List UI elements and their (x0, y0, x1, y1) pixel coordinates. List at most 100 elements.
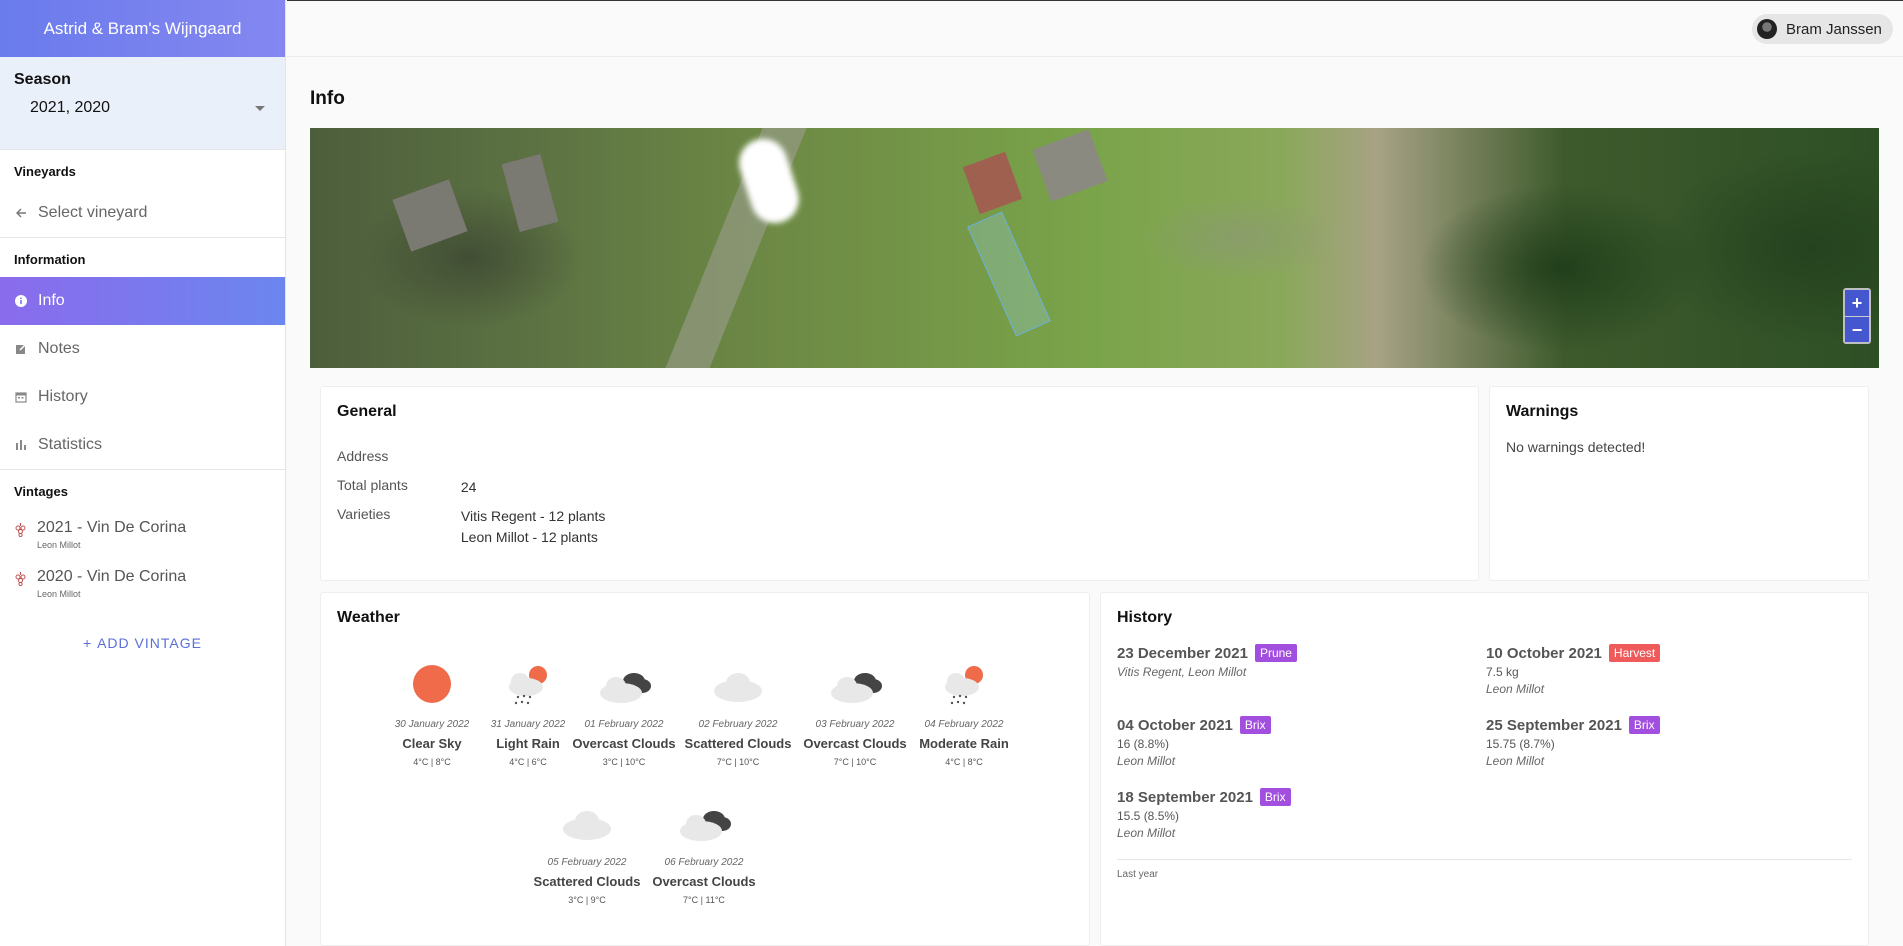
history-variety: Leon Millot (1486, 682, 1545, 696)
overcast-icon (795, 663, 915, 709)
history-date: 10 October 2021 (1486, 644, 1602, 662)
overcast-icon (644, 801, 764, 847)
total-plants-row: Total plants 24 (337, 477, 476, 498)
vintage-variety: Leon Millot (37, 589, 81, 599)
varieties-row: Varieties Vitis Regent - 12 plants Leon … (337, 506, 605, 548)
weather-description: Overcast Clouds (803, 736, 907, 751)
weather-date: 02 February 2022 (698, 719, 778, 730)
weather-card: Weather 30 January 2022 Clear Sky 4°C | … (320, 592, 1090, 946)
history-detail: 15.5 (8.5%) (1117, 809, 1180, 823)
weather-day: 03 February 2022 Overcast Clouds 7°C | 1… (795, 663, 915, 767)
history-variety: Leon Millot (1486, 754, 1545, 768)
total-plants-label: Total plants (337, 477, 408, 493)
history-entry[interactable]: 10 October 2021 Harvest 7.5 kg Leon Millo… (1486, 644, 1661, 696)
user-menu-chip[interactable]: Bram Janssen (1752, 14, 1893, 44)
weather-description: Scattered Clouds (533, 874, 641, 889)
overcast-icon (564, 663, 684, 709)
warnings-title: Warnings (1506, 403, 1579, 420)
history-tag: Prune (1254, 644, 1297, 662)
top-bar: Bram Janssen (287, 0, 1903, 57)
select-vineyard-link[interactable]: Select vineyard (0, 189, 285, 237)
sidebar: Astrid & Bram's Wijngaard Season 2021, 2… (0, 0, 286, 946)
cloud-icon (527, 801, 647, 847)
weather-day: 05 February 2022 Scattered Clouds 3°C | … (527, 801, 647, 905)
weather-day: 02 February 2022 Scattered Clouds 7°C | … (678, 663, 798, 767)
vintage-item[interactable]: 2020 - Vin De Corina Leon Millot (0, 558, 285, 607)
vineyard-plot-outline[interactable] (967, 211, 1051, 337)
add-vintage-label: ADD VINTAGE (97, 635, 202, 651)
season-select[interactable]: 2021, 2020 (14, 99, 271, 117)
vintage-title: 2020 - Vin De Corina (37, 568, 187, 585)
add-vintage-button[interactable]: + ADD VINTAGE (0, 635, 285, 651)
varieties-list: Vitis Regent - 12 plants Leon Millot - 1… (461, 506, 606, 548)
general-title: General (337, 403, 397, 420)
history-entry[interactable]: 23 December 2021 Prune Vitis Regent, Leon… (1117, 644, 1297, 679)
history-date: 04 October 2021 (1117, 716, 1233, 734)
weather-temperature: 3°C | 9°C (568, 895, 606, 905)
avatar (1757, 19, 1777, 39)
vintage-variety: Leon Millot (37, 540, 81, 550)
history-entry[interactable]: 04 October 2021 Brix 16 (8.8%) Leon Millo… (1117, 716, 1271, 768)
brand-title[interactable]: Astrid & Bram's Wijngaard (0, 0, 285, 57)
vintage-title: 2021 - Vin De Corina (37, 519, 187, 536)
varieties-label: Varieties (337, 506, 391, 522)
section-information: Information (0, 237, 285, 277)
sidebar-item-label: History (38, 388, 88, 405)
map-building (962, 151, 1023, 215)
address-label: Address (337, 448, 389, 464)
section-vintages: Vintages (0, 469, 285, 509)
last-year-label: Last year (1117, 869, 1159, 880)
weather-date: 03 February 2022 (815, 719, 895, 730)
weather-day: 01 February 2022 Overcast Clouds 3°C | 1… (564, 663, 684, 767)
weather-description: Scattered Clouds (684, 736, 792, 751)
sidebar-item-notes[interactable]: Notes (0, 325, 285, 373)
rain-icon (904, 663, 1024, 709)
history-detail: 15.75 (8.7%) (1486, 737, 1555, 751)
history-variety: Leon Millot (1117, 826, 1176, 840)
grapes-icon (14, 572, 27, 591)
section-vineyards: Vineyards (0, 149, 285, 189)
season-value: 2021, 2020 (30, 99, 111, 116)
weather-temperature: 3°C | 10°C (602, 757, 646, 767)
arrow-left-icon (14, 206, 28, 220)
sidebar-item-history[interactable]: History (0, 373, 285, 421)
history-entry[interactable]: 25 September 2021 Brix 15.75 (8.7%) Leon … (1486, 716, 1660, 768)
cloud-icon (678, 663, 798, 709)
season-panel: Season 2021, 2020 (0, 57, 285, 149)
warnings-message: No warnings detected! (1506, 439, 1646, 455)
history-tag: Brix (1259, 788, 1291, 806)
plus-icon: + (83, 635, 98, 651)
vintage-item[interactable]: 2021 - Vin De Corina Leon Millot (0, 509, 285, 558)
total-plants-value: 24 (460, 479, 477, 495)
history-entry[interactable]: 18 September 2021 Brix 15.5 (8.5%) Leon M… (1117, 788, 1291, 840)
sidebar-item-statistics[interactable]: Statistics (0, 421, 285, 469)
info-icon (14, 294, 28, 308)
history-title: History (1117, 609, 1173, 626)
variety-item: Leon Millot - 12 plants (460, 529, 598, 545)
history-card: History 23 December 2021 Prune Vitis Rege… (1100, 592, 1869, 946)
calendar-icon (14, 390, 28, 404)
weather-description: Overcast Clouds (572, 736, 676, 751)
weather-temperature: 7°C | 10°C (833, 757, 877, 767)
sidebar-item-label: Statistics (38, 436, 103, 453)
chevron-down-icon (255, 105, 265, 111)
history-tag: Brix (1628, 716, 1660, 734)
variety-item: Vitis Regent - 12 plants (460, 508, 606, 524)
weather-temperature: 7°C | 10°C (716, 757, 760, 767)
page-title: Info (310, 88, 345, 109)
zoom-out-button[interactable]: − (1845, 316, 1869, 342)
map-building (392, 179, 468, 252)
zoom-in-button[interactable]: + (1845, 290, 1869, 316)
sidebar-item-info[interactable]: Info (0, 277, 285, 325)
history-tag: Brix (1239, 716, 1271, 734)
weather-day: 06 February 2022 Overcast Clouds 7°C | 1… (644, 801, 764, 905)
history-detail: Vitis Regent, Leon Millot (1117, 665, 1247, 679)
weather-title: Weather (337, 609, 400, 626)
grapes-icon (14, 523, 27, 542)
map-building (501, 154, 559, 232)
history-tag: Harvest (1608, 644, 1661, 662)
general-card: General Address Total plants 24 Varietie… (320, 386, 1479, 581)
sidebar-item-label: Info (38, 292, 65, 309)
vineyard-map[interactable]: + − (310, 128, 1879, 368)
weather-date: 06 February 2022 (664, 857, 744, 868)
